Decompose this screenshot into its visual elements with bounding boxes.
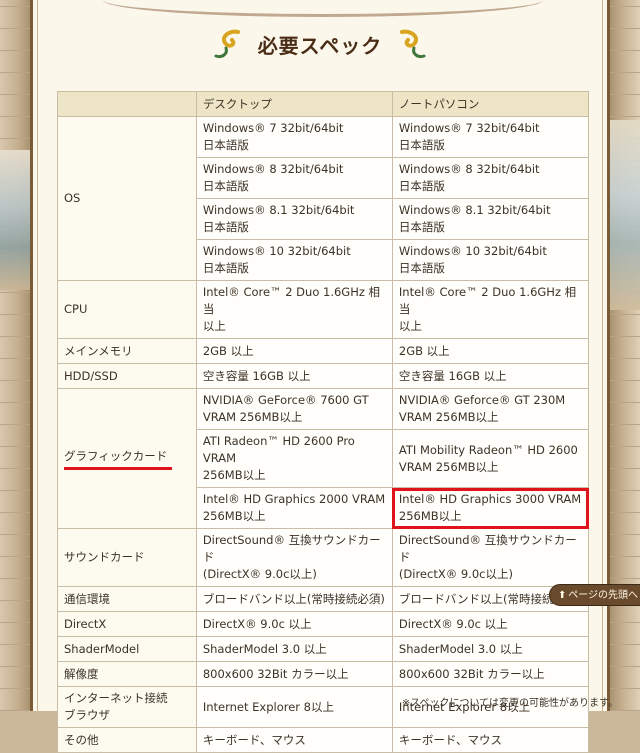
header-row: デスクトップ ノートパソコン: [57, 91, 590, 117]
sound-laptop: DirectSound® 互換サウンドカード (DirectX® 9.0c以上): [391, 528, 590, 587]
sound-label: サウンドカード: [57, 528, 197, 587]
graphics-desktop-3: Intel® HD Graphics 2000 VRAM 256MB以上: [195, 487, 393, 529]
shader-desktop: ShaderModel 3.0 以上: [195, 636, 393, 662]
graphics-laptop-2: ATI Mobility Radeon™ HD 2600 VRAM 256MB以上: [391, 429, 590, 488]
resolution-desktop: 800x600 32Bit カラー以上: [195, 661, 393, 687]
graphics-row-1: グラフィックカード NVIDIA® GeForce® 7600 GT VRAM 2…: [57, 388, 590, 529]
left-swirl-ornament-icon: [210, 26, 246, 62]
browser-desktop: Internet Explorer 8以上: [195, 686, 393, 728]
cpu-laptop: Intel® Core™ 2 Duo 1.6GHz 相当 以上: [391, 280, 590, 339]
shader-row: ShaderModel ShaderModel 3.0 以上 ShaderMod…: [57, 636, 590, 662]
resolution-laptop: 800x600 32Bit カラー以上: [391, 661, 590, 687]
os-desktop-1: Windows® 7 32bit/64bit 日本語版: [195, 116, 393, 158]
shader-laptop: ShaderModel 3.0 以上: [391, 636, 590, 662]
os-laptop-1: Windows® 7 32bit/64bit 日本語版: [391, 116, 590, 158]
graphics-label-text: グラフィックカード: [64, 448, 172, 470]
spec-change-note: ※スペックについては変更の可能性があります。: [401, 698, 618, 709]
header-laptop: ノートパソコン: [391, 91, 590, 117]
storage-laptop: 空き容量 16GB 以上: [391, 363, 590, 389]
directx-laptop: DirectX® 9.0c 以上: [391, 611, 590, 637]
os-label: OS: [57, 116, 197, 281]
os-desktop-3: Windows® 8.1 32bit/64bit 日本語版: [195, 198, 393, 240]
spec-table: デスクトップ ノートパソコン OS Windows® 7 32bit/64bit…: [57, 91, 590, 753]
memory-row: メインメモリ 2GB 以上 2GB 以上: [57, 338, 590, 364]
network-label: 通信環境: [57, 586, 197, 612]
directx-label: DirectX: [57, 611, 197, 637]
cpu-desktop: Intel® Core™ 2 Duo 1.6GHz 相当 以上: [195, 280, 393, 339]
left-stone-wall: [0, 0, 30, 711]
other-laptop: キーボード、マウス: [391, 727, 590, 753]
header-blank: [57, 91, 197, 117]
storage-row: HDD/SSD 空き容量 16GB 以上 空き容量 16GB 以上: [57, 363, 590, 389]
sound-desktop: DirectSound® 互換サウンドカード (DirectX® 9.0c以上): [195, 528, 393, 587]
section-title: 必要スペック: [33, 24, 607, 64]
cpu-label: CPU: [57, 280, 197, 339]
os-laptop-2: Windows® 8 32bit/64bit 日本語版: [391, 157, 590, 199]
os-laptop-4: Windows® 10 32bit/64bit 日本語版: [391, 239, 590, 281]
resolution-label: 解像度: [57, 661, 197, 687]
directx-row: DirectX DirectX® 9.0c 以上 DirectX® 9.0c 以…: [57, 611, 590, 637]
storage-label: HDD/SSD: [57, 363, 197, 389]
spec-panel: 必要スペック デスクトップ ノートパソコン OS Windows® 7 32bi…: [30, 0, 610, 753]
os-laptop-3: Windows® 8.1 32bit/64bit 日本語版: [391, 198, 590, 240]
left-scenery: [0, 150, 30, 290]
page-top-button[interactable]: ⬆ ページの先頭へ: [549, 584, 640, 606]
memory-label: メインメモリ: [57, 338, 197, 364]
pin-icon: ⬆: [558, 590, 567, 601]
resolution-row: 解像度 800x600 32Bit カラー以上 800x600 32Bit カラ…: [57, 661, 590, 687]
graphics-laptop-1: NVIDIA® Geforce® GT 230M VRAM 256MB以上: [391, 388, 590, 430]
sound-row: サウンドカード DirectSound® 互換サウンドカード (DirectX® …: [57, 528, 590, 587]
right-swirl-ornament-icon: [394, 26, 430, 62]
header-desktop: デスクトップ: [195, 91, 393, 117]
page-top-label: ページの先頭へ: [568, 590, 638, 601]
cpu-row: CPU Intel® Core™ 2 Duo 1.6GHz 相当 以上 Intel…: [57, 280, 590, 339]
os-row-1: OS Windows® 7 32bit/64bit 日本語版 Windows® 7…: [57, 116, 590, 281]
browser-label: インターネット接続 ブラウザ: [57, 686, 197, 728]
storage-desktop: 空き容量 16GB 以上: [195, 363, 393, 389]
shader-label: ShaderModel: [57, 636, 197, 662]
directx-desktop: DirectX® 9.0c 以上: [195, 611, 393, 637]
other-desktop: キーボード、マウス: [195, 727, 393, 753]
os-desktop-4: Windows® 10 32bit/64bit 日本語版: [195, 239, 393, 281]
graphics-desktop-1: NVIDIA® GeForce® 7600 GT VRAM 256MB以上: [195, 388, 393, 430]
graphics-laptop-3-highlighted: Intel® HD Graphics 3000 VRAM 256MB以上: [391, 487, 590, 529]
memory-laptop: 2GB 以上: [391, 338, 590, 364]
graphics-label: グラフィックカード: [57, 388, 197, 529]
graphics-desktop-2: ATI Radeon™ HD 2600 Pro VRAM 256MB以上: [195, 429, 393, 488]
other-row: その他 キーボード、マウス キーボード、マウス: [57, 727, 590, 753]
os-desktop-2: Windows® 8 32bit/64bit 日本語版: [195, 157, 393, 199]
network-desktop: ブロードバンド以上(常時接続必須): [195, 586, 393, 612]
right-scenery: [610, 120, 640, 310]
other-label: その他: [57, 727, 197, 753]
memory-desktop: 2GB 以上: [195, 338, 393, 364]
page-title: 必要スペック: [257, 33, 383, 58]
network-row: 通信環境 ブロードバンド以上(常時接続必須) ブロードバンド以上(常時接続必須): [57, 586, 590, 612]
